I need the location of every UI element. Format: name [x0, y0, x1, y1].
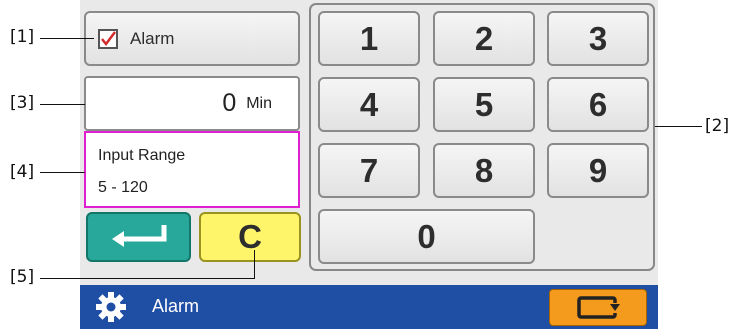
callout-4: [4] — [10, 162, 35, 182]
input-range-value: 5 - 120 — [98, 179, 148, 196]
return-icon — [577, 296, 620, 319]
key-0[interactable]: 0 — [318, 209, 535, 264]
input-range-box: Input Range 5 - 120 — [84, 131, 300, 208]
callout-2: [2] — [705, 116, 730, 136]
key-1[interactable]: 1 — [318, 11, 420, 66]
alarm-checkbox-label: Alarm — [130, 28, 175, 48]
enter-arrow-icon — [112, 225, 167, 247]
callout-3: [3] — [10, 93, 35, 113]
key-4[interactable]: 4 — [318, 77, 420, 132]
check-icon — [98, 28, 118, 49]
callout-3-line — [40, 104, 85, 105]
callout-4-line — [40, 172, 85, 173]
callout-1: [1] — [10, 27, 35, 47]
enter-button[interactable] — [86, 212, 191, 262]
minutes-unit: Min — [246, 94, 272, 112]
callout-5-line — [40, 278, 255, 279]
key-5[interactable]: 5 — [433, 77, 535, 132]
bottom-bar-title: Alarm — [152, 296, 200, 316]
bottom-bar: Alarm — [80, 285, 658, 329]
minutes-value: 0 — [222, 89, 237, 117]
clear-button[interactable]: C — [199, 212, 301, 262]
key-8[interactable]: 8 — [433, 143, 535, 198]
alarm-checkbox-button[interactable]: Alarm — [84, 11, 300, 66]
key-9[interactable]: 9 — [547, 143, 649, 198]
callout-5: [5] — [10, 267, 35, 287]
key-2[interactable]: 2 — [433, 11, 535, 66]
callout-1-line — [40, 38, 94, 39]
callout-2-line — [655, 126, 702, 127]
key-7[interactable]: 7 — [318, 143, 420, 198]
key-3[interactable]: 3 — [547, 11, 649, 66]
key-6[interactable]: 6 — [547, 77, 649, 132]
return-button[interactable] — [549, 289, 647, 326]
minutes-input[interactable]: 0 Min — [84, 76, 300, 131]
callout-5-line-vertical — [254, 250, 255, 279]
gear-icon — [96, 292, 126, 322]
input-range-title: Input Range — [98, 147, 186, 164]
